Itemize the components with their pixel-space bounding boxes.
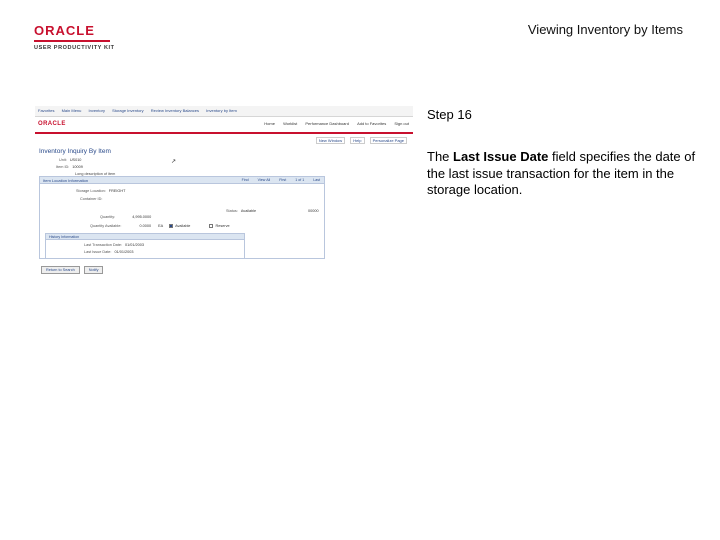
unit-label: Unit: (59, 158, 67, 162)
section-title: Item Location Information (43, 178, 89, 183)
top-links: Home Worklist Performance Dashboard Add … (257, 121, 409, 126)
section-nav: Find View All First 1 of 1 Last (234, 178, 320, 182)
link-sign-out[interactable]: Sign out (394, 121, 409, 126)
step-desc-field-name: Last Issue Date (453, 149, 549, 164)
status-label: Status: (226, 209, 238, 213)
crumb-inventory-by-item[interactable]: Inventory by Item (206, 108, 237, 113)
quantity-label: Quantity: (100, 215, 116, 219)
page-subnav: New Window Help Personalize Page (35, 134, 413, 147)
item-value: 10009 (72, 165, 83, 169)
crumb-review-balances[interactable]: Review Inventory Balances (151, 108, 199, 113)
last-transaction-field: Last Transaction Date: 01/01/2003 (84, 243, 144, 247)
application-screenshot: Favorites Main Menu Inventory Storage In… (35, 106, 413, 276)
section-header: Item Location Information Find View All … (40, 177, 324, 184)
brand-logo: ORACLE (38, 121, 66, 127)
last-transaction-value: 01/01/2003 (125, 243, 145, 247)
nav-count: 1 of 1 (295, 178, 305, 182)
quantity-available-field: Quantity Available: 0.0000 EA Available … (90, 224, 230, 228)
item-label: Item ID: (56, 165, 70, 169)
page-title: Inventory Inquiry By Item (39, 148, 111, 155)
reserve-checkbox[interactable] (209, 224, 214, 228)
step-label: Step 16 (427, 107, 472, 122)
storage-label: Storage Location: (76, 189, 106, 193)
quantity-field: Quantity: 4,995.0000 (100, 215, 151, 219)
uom-value: EA (158, 224, 163, 228)
item-field: Item ID: 10009 (56, 165, 83, 169)
status-value: Available (240, 209, 257, 213)
quantity-available-value: 0.0000 (139, 224, 152, 228)
storage-value: FREIGHT (108, 189, 126, 193)
brand-bar: ORACLE Home Worklist Performance Dashboa… (35, 117, 413, 134)
footer-buttons: Return to Search Notify (41, 266, 106, 274)
quantity-value: 4,995.0000 (132, 215, 152, 219)
link-help[interactable]: Help (350, 137, 365, 144)
slide-title: Viewing Inventory by Items (527, 22, 683, 37)
status-code: 00000 (308, 209, 319, 213)
container-label: Container ID: (80, 197, 103, 201)
link-new-window[interactable]: New Window (315, 137, 346, 144)
quantity-available-label: Quantity Available: (90, 224, 122, 228)
link-personalize[interactable]: Personalize Page (369, 137, 407, 144)
breadcrumb: Favorites Main Menu Inventory Storage In… (38, 108, 243, 113)
history-title: History Information (46, 234, 244, 240)
link-worklist[interactable]: Worklist (283, 121, 297, 126)
reserve-checkbox-label: Reserve (215, 224, 230, 228)
crumb-main-menu[interactable]: Main Menu (62, 108, 82, 113)
storage-field: Storage Location: FREIGHT (76, 189, 125, 193)
notify-button[interactable]: Notify (83, 266, 104, 274)
logo-underline (34, 40, 110, 42)
link-dashboard[interactable]: Performance Dashboard (305, 121, 349, 126)
last-issue-value: 01/01/2003 (114, 250, 134, 254)
container-field: Container ID: (80, 197, 105, 201)
subnav-links: New Window Help Personalize Page (312, 137, 407, 144)
last-issue-field: Last Issue Date: 01/01/2003 (84, 250, 133, 254)
return-to-search-button[interactable]: Return to Search (41, 266, 80, 274)
item-location-section: Item Location Information Find View All … (39, 176, 325, 259)
last-issue-label: Last Issue Date: (84, 250, 112, 254)
logo-word: ORACLE (34, 23, 95, 38)
unit-field: Unit: US010 (59, 158, 81, 162)
breadcrumb-bar: Favorites Main Menu Inventory Storage In… (35, 106, 413, 117)
link-home[interactable]: Home (264, 121, 275, 126)
crumb-favorites[interactable]: Favorites (38, 108, 54, 113)
nav-find[interactable]: Find (242, 178, 249, 182)
nav-view-all[interactable]: View All (258, 178, 271, 182)
nav-last[interactable]: Last (313, 178, 320, 182)
cursor-icon: ↗ (171, 159, 177, 165)
nav-first[interactable]: First (279, 178, 286, 182)
logo-subtitle: USER PRODUCTIVITY KIT (34, 45, 115, 51)
history-section: History Information Last Transaction Dat… (45, 233, 245, 259)
crumb-inventory[interactable]: Inventory (89, 108, 105, 113)
crumb-storage-inventory[interactable]: Storage Inventory (112, 108, 144, 113)
available-checkbox-label: Available (175, 224, 191, 228)
status-field: Status: Available (226, 209, 256, 213)
oracle-logo: ORACLE USER PRODUCTIVITY KIT (34, 24, 126, 51)
step-desc-before: The (427, 149, 454, 164)
last-transaction-label: Last Transaction Date: (84, 243, 122, 247)
link-add-favorites[interactable]: Add to Favorites (357, 121, 386, 126)
step-description: The Last Issue Date field specifies the … (427, 149, 697, 199)
available-checkbox[interactable] (169, 224, 174, 228)
unit-value: US010 (69, 158, 82, 162)
